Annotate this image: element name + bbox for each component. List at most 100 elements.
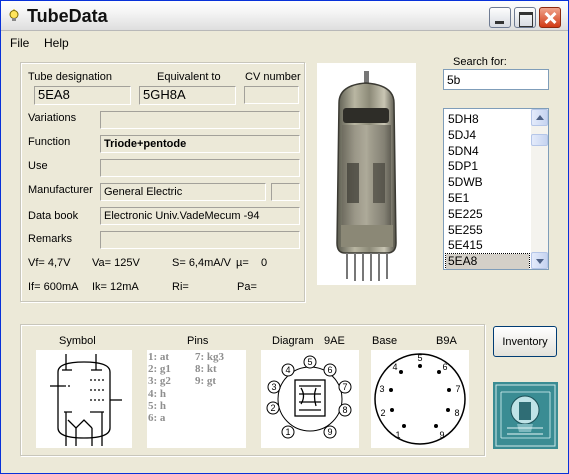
pin-number: 3: <box>148 375 160 388</box>
svg-text:6: 6 <box>442 362 447 372</box>
inventory-button[interactable]: Inventory <box>493 326 557 357</box>
list-item[interactable]: 5DJ4 <box>446 128 529 143</box>
function-field[interactable]: Triode+pentode <box>100 135 300 153</box>
results-scrollbar[interactable] <box>531 109 548 269</box>
pin-entry: 9: gt <box>195 375 216 387</box>
pin-entry: 1: at <box>148 351 169 363</box>
base-diagram: 5 4 6 3 7 2 8 1 9 <box>371 350 469 448</box>
list-item[interactable]: 5DWB <box>446 175 529 190</box>
pin-number: 4: <box>148 387 160 400</box>
svg-text:9: 9 <box>439 430 444 440</box>
manufacturer-label: Manufacturer <box>28 184 93 196</box>
pin-name: at <box>159 351 170 363</box>
ik-value: Ik= 12mA <box>92 281 139 293</box>
list-item[interactable]: 5DH8 <box>446 112 529 127</box>
list-item[interactable]: 5E255 <box>446 223 529 238</box>
menu-bar: File Help <box>1 32 568 52</box>
svg-text:3: 3 <box>379 384 384 394</box>
vf-value: Vf= 4,7V <box>28 257 71 269</box>
use-field[interactable] <box>100 159 300 177</box>
scroll-down-icon <box>536 259 544 264</box>
tube-logo-icon <box>493 382 558 449</box>
cv-label: CV number <box>245 71 301 83</box>
main-window: TubeData File Help Tube designation Equi… <box>0 0 569 474</box>
svg-text:2: 2 <box>270 403 275 413</box>
list-item[interactable]: 5E1 <box>446 191 529 206</box>
pin-name: h <box>159 399 167 412</box>
scroll-up-button[interactable] <box>531 109 548 126</box>
svg-text:9: 9 <box>327 427 332 437</box>
pin-name: gt <box>206 375 217 388</box>
if-value: If= 600mA <box>28 281 79 293</box>
manufacturer-field[interactable]: General Electric <box>100 183 266 201</box>
list-item[interactable]: 5DP1 <box>446 159 529 174</box>
use-label: Use <box>28 160 48 172</box>
maximize-button[interactable] <box>514 7 536 28</box>
pin-entry: 5: h <box>148 400 166 412</box>
scroll-thumb[interactable] <box>531 134 548 146</box>
svg-text:8: 8 <box>454 408 459 418</box>
tube-symbol <box>36 350 132 448</box>
list-item[interactable]: 5E225 <box>446 207 529 222</box>
symbol-label: Symbol <box>59 335 96 347</box>
menu-help[interactable]: Help <box>44 36 69 50</box>
designation-field[interactable]: 5EA8 <box>34 86 131 105</box>
close-button[interactable] <box>539 7 561 28</box>
svg-text:6: 6 <box>327 365 332 375</box>
pin-number: 9: <box>195 375 207 388</box>
pin-diagram: 4 5 6 3 7 2 8 1 9 <box>261 350 359 448</box>
remarks-field[interactable] <box>100 231 300 249</box>
tube-photo <box>317 63 416 285</box>
svg-text:7: 7 <box>342 382 347 392</box>
pin-entry: 8: kt <box>195 363 217 375</box>
svg-text:1: 1 <box>395 430 400 440</box>
pin-entry: 7: kg3 <box>195 351 224 363</box>
svg-text:8: 8 <box>342 405 347 415</box>
designation-label: Tube designation <box>28 71 112 83</box>
variations-field[interactable] <box>100 111 300 129</box>
pins-list: 1: at 2: g1 3: g2 4: h 5: h 6: a 7: kg3 8: kt 9:… <box>147 350 246 448</box>
mu-label: µ= <box>236 257 249 269</box>
cv-field[interactable] <box>244 86 299 104</box>
menu-file[interactable]: File <box>10 36 29 50</box>
bulb-icon <box>9 9 19 21</box>
va-value: Va= 125V <box>92 257 140 269</box>
remarks-label: Remarks <box>28 233 73 245</box>
pin-name: h <box>159 387 167 400</box>
pins-label: Pins <box>187 335 209 347</box>
list-item[interactable]: 5DN4 <box>446 144 529 159</box>
pin-entry: 3: g2 <box>148 375 171 387</box>
title-bar[interactable]: TubeData <box>1 1 568 31</box>
variations-label: Variations <box>28 112 77 124</box>
pin-name: g2 <box>159 375 171 388</box>
pin-number: 5: <box>148 399 160 412</box>
equivalent-label: Equivalent to <box>157 71 221 83</box>
pin-name: a <box>159 412 166 424</box>
ri-value: Ri= <box>172 281 189 293</box>
pin-name: kt <box>206 363 217 376</box>
svg-text:1: 1 <box>285 427 290 437</box>
svg-text:7: 7 <box>455 384 460 394</box>
svg-text:2: 2 <box>380 408 385 418</box>
list-item[interactable]: 5E415 <box>446 238 529 253</box>
svg-text:5: 5 <box>307 357 312 367</box>
results-listbox[interactable]: 5DH8 5DJ4 5DN4 5DP1 5DWB 5E1 5E225 5E255 5E415 5E… <box>443 108 549 270</box>
pin-entry: 6: a <box>148 412 165 424</box>
scroll-down-button[interactable] <box>531 252 548 269</box>
manufacturer-extra-field[interactable] <box>271 183 300 201</box>
mu-value: 0 <box>261 257 268 269</box>
window-title: TubeData <box>27 6 108 26</box>
list-item[interactable]: 5EA8 <box>445 253 530 269</box>
s-value: S= 6,4mA/V <box>172 257 232 269</box>
search-label: Search for: <box>453 56 507 68</box>
pin-name: kg3 <box>206 351 225 363</box>
svg-text:4: 4 <box>285 365 290 375</box>
svg-text:5: 5 <box>417 353 422 363</box>
minimize-button[interactable] <box>489 7 511 28</box>
equivalent-field[interactable]: 5GH8A <box>139 86 236 105</box>
search-input[interactable] <box>443 69 549 90</box>
databook-field[interactable]: Electronic Univ.VadeMecum -94 <box>100 207 300 225</box>
pin-number: 7: <box>195 351 207 363</box>
scroll-up-icon <box>536 115 544 120</box>
pin-number: 2: <box>148 363 160 376</box>
